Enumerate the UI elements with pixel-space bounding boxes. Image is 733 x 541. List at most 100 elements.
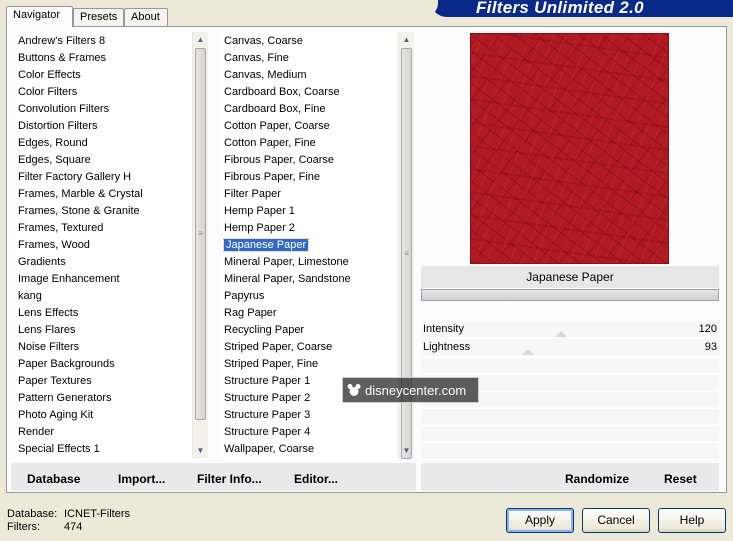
watermark: disneycenter.com	[342, 377, 479, 403]
category-item[interactable]: Paper Textures	[16, 373, 192, 390]
tab-presets[interactable]: Presets	[73, 8, 124, 26]
category-item[interactable]: Convolution Filters	[16, 101, 192, 118]
cancel-button[interactable]: Cancel	[582, 508, 650, 533]
filter-item-label: Hemp Paper 2	[224, 222, 295, 234]
filter-item[interactable]: Cardboard Box, Fine	[222, 101, 398, 118]
selected-filter-name: Japanese Paper	[421, 266, 719, 288]
slider-intensity[interactable]: Intensity 120	[421, 321, 719, 338]
filter-item-label: Canvas, Fine	[224, 52, 289, 64]
scroll-up-icon[interactable]: ▲	[399, 32, 414, 47]
category-item[interactable]: Render	[16, 424, 192, 441]
filter-item[interactable]: Fibrous Paper, Fine	[222, 169, 398, 186]
category-item[interactable]: kang	[16, 288, 192, 305]
filter-toolbar: Database Import... Filter Info... Editor…	[11, 463, 416, 491]
category-item-label: Lens Effects	[18, 307, 79, 319]
filter-item[interactable]: Cardboard Box, Coarse	[222, 84, 398, 101]
category-item[interactable]: Andrew's Filters 8	[16, 33, 192, 50]
category-scrollbar[interactable]: ▲ ≡ ▼	[192, 32, 208, 458]
filters-count-value: 474	[64, 521, 83, 533]
category-item[interactable]: Gradients	[16, 254, 192, 271]
category-item[interactable]: Frames, Textured	[16, 220, 192, 237]
filter-item-label: Mineral Paper, Sandstone	[224, 273, 351, 285]
filter-item[interactable]: Rag Paper	[222, 305, 398, 322]
filter-item[interactable]: Striped Paper, Fine	[222, 356, 398, 373]
filter-item[interactable]: Canvas, Coarse	[222, 33, 398, 50]
filter-item[interactable]: Cotton Paper, Fine	[222, 135, 398, 152]
filter-item[interactable]: Recycling Paper	[222, 322, 398, 339]
filter-item[interactable]: Filter Paper	[222, 186, 398, 203]
category-item[interactable]: Distortion Filters	[16, 118, 192, 135]
editor-button[interactable]: Editor...	[294, 463, 338, 491]
import-button[interactable]: Import...	[118, 463, 165, 491]
preset-toolbar: Randomize Reset	[421, 463, 719, 491]
category-item[interactable]: Lens Effects	[16, 305, 192, 322]
filter-item[interactable]: Papyrus	[222, 288, 398, 305]
apply-button[interactable]: Apply	[506, 508, 574, 533]
category-item[interactable]: Edges, Round	[16, 135, 192, 152]
category-item[interactable]: Noise Filters	[16, 339, 192, 356]
category-item[interactable]: Special Effects 1	[16, 441, 192, 458]
filter-item-label: Structure Paper 3	[224, 409, 311, 421]
category-list[interactable]: Andrew's Filters 8 Buttons & Frames Color …	[16, 32, 192, 458]
filter-item-label: Wallpaper, Coarse	[224, 443, 315, 455]
filter-item[interactable]: Structure Paper 3	[222, 407, 398, 424]
category-item[interactable]: Frames, Marble & Crystal	[16, 186, 192, 203]
tab-about[interactable]: About	[124, 8, 168, 26]
filter-item[interactable]: Canvas, Medium	[222, 67, 398, 84]
filter-info-button[interactable]: Filter Info...	[197, 463, 262, 491]
filter-item-label: Cardboard Box, Coarse	[224, 86, 340, 98]
filter-item[interactable]: Structure Paper 4	[222, 424, 398, 441]
help-button[interactable]: Help	[658, 508, 726, 533]
grip-icon: ≡	[404, 248, 409, 258]
category-item[interactable]: Color Effects	[16, 67, 192, 84]
slider-intensity-thumb[interactable]	[555, 331, 567, 337]
filter-item[interactable]: Fibrous Paper, Coarse	[222, 152, 398, 169]
category-item[interactable]: Frames, Wood	[16, 237, 192, 254]
filter-item-label: Structure Paper 1	[224, 375, 311, 387]
filter-item[interactable]: Mineral Paper, Limestone	[222, 254, 398, 271]
slider-lightness[interactable]: Lightness 93	[421, 339, 719, 356]
scroll-down-icon[interactable]: ▼	[399, 443, 414, 458]
category-item[interactable]: Buttons & Frames	[16, 50, 192, 67]
filter-item[interactable]: Canvas, Fine	[222, 50, 398, 67]
category-item[interactable]: Edges, Square	[16, 152, 192, 169]
filter-item-label: Recycling Paper	[224, 324, 305, 336]
filter-item[interactable]: Striped Paper, Coarse	[222, 339, 398, 356]
category-item[interactable]: Image Enhancement	[16, 271, 192, 288]
empty-slider-row	[421, 442, 719, 458]
filter-item-label: Cardboard Box, Fine	[224, 103, 326, 115]
filter-item[interactable]: Japanese Paper	[222, 237, 398, 254]
category-item-label: Color Filters	[18, 86, 78, 98]
filter-item[interactable]: Wallpaper, Coarse	[222, 441, 398, 458]
category-item[interactable]: Photo Aging Kit	[16, 407, 192, 424]
grip-icon: ≡	[198, 229, 203, 238]
category-item-label: Image Enhancement	[18, 273, 120, 285]
empty-slider-row	[421, 425, 719, 441]
database-button[interactable]: Database	[27, 463, 80, 491]
mickey-logo-icon	[347, 384, 361, 396]
category-item[interactable]: Frames, Stone & Granite	[16, 203, 192, 220]
randomize-button[interactable]: Randomize	[565, 463, 629, 491]
category-scroll-thumb[interactable]: ≡	[195, 48, 206, 420]
reset-button[interactable]: Reset	[664, 463, 697, 491]
slider-lightness-thumb[interactable]	[522, 349, 534, 355]
app-title: Filters Unlimited 2.0	[476, 0, 644, 17]
tab-navigator[interactable]: Navigator	[6, 6, 73, 27]
filters-count-label: Filters:	[7, 521, 40, 533]
filter-item-label: Structure Paper 4	[224, 426, 311, 438]
category-item[interactable]: Paper Backgrounds	[16, 356, 192, 373]
category-item[interactable]: Lens Flares	[16, 322, 192, 339]
scroll-up-icon[interactable]: ▲	[193, 32, 208, 47]
category-item[interactable]: Color Filters	[16, 84, 192, 101]
category-item[interactable]: Filter Factory Gallery H	[16, 169, 192, 186]
filter-item-label: Mineral Paper, Limestone	[224, 256, 349, 268]
filter-item[interactable]: Mineral Paper, Sandstone	[222, 271, 398, 288]
category-item[interactable]: Pattern Generators	[16, 390, 192, 407]
scroll-down-icon[interactable]: ▼	[193, 443, 208, 458]
filter-item[interactable]: Hemp Paper 1	[222, 203, 398, 220]
slider-lightness-label: Lightness	[423, 341, 471, 353]
filter-item-label: Canvas, Medium	[224, 69, 307, 81]
filter-item[interactable]: Cotton Paper, Coarse	[222, 118, 398, 135]
filter-item[interactable]: Hemp Paper 2	[222, 220, 398, 237]
category-item-label: Paper Backgrounds	[18, 358, 115, 370]
